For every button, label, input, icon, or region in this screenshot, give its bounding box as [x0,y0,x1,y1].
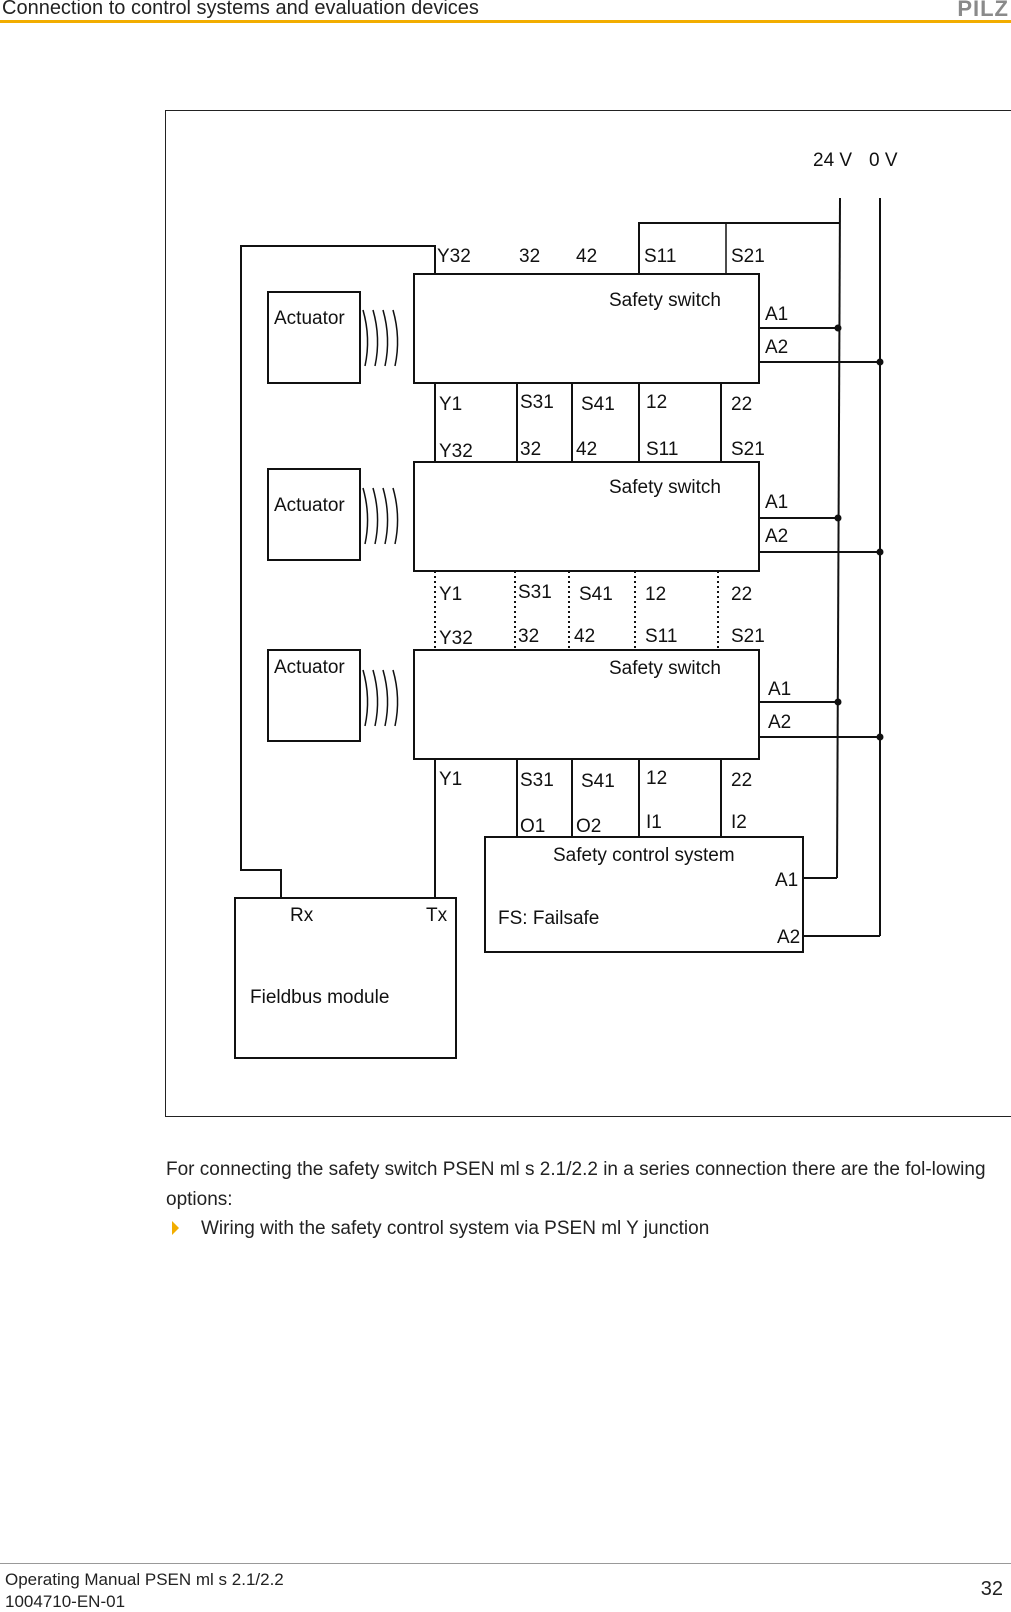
fieldbus-tx-label: Tx [426,905,448,926]
wireless-signal-icon [363,488,398,544]
wiring-diagram-svg: 24 V 0 V Y32 32 42 S11 S21 Actuator Safe… [165,110,1011,1146]
safety-switch-2: Actuator Safety switch A1 A2 [268,462,884,571]
terminal-label: 42 [576,246,597,267]
terminal-label: S41 [579,584,613,605]
terminal-label: S31 [520,392,554,413]
terminal-label: S21 [731,626,765,647]
terminal-label: S11 [646,439,678,460]
terminal-label: I1 [646,812,662,833]
terminal-label: S41 [581,771,615,792]
wiring-diagram: 24 V 0 V Y32 32 42 S11 S21 Actuator Safe… [165,110,1011,1146]
bullet-item: Wiring with the safety control system vi… [172,1218,709,1240]
actuator-box [268,292,360,383]
terminal-label: S11 [645,626,677,647]
terminal-label: 22 [731,770,752,791]
terminal-label: S11 [644,246,676,267]
terminal-label: S31 [518,582,552,603]
terminal-label: 12 [646,392,667,413]
safety-switch-label: Safety switch [609,477,721,498]
safety-switch-label: Safety switch [609,290,721,311]
wireless-signal-icon [363,310,398,366]
rail-24v [837,198,840,878]
page-number: 32 [981,1578,1003,1601]
terminal-label: Y1 [439,394,462,415]
section-title: Connection to control systems and evalua… [2,0,479,20]
terminal-a2-label: A2 [765,337,788,358]
terminal-label: 42 [574,626,595,647]
junction-dot [877,359,884,366]
terminal-label: I2 [731,812,747,833]
bullet-arrow-icon [172,1221,179,1235]
wire-y32-rx [241,246,435,898]
junction-dot [877,549,884,556]
junction-dot [835,699,842,706]
failsafe-note: FS: Failsafe [498,908,599,929]
terminal-a1-label: A1 [765,492,788,513]
supply-0v-label: 0 V [869,150,898,171]
actuator-label: Actuator [274,657,345,678]
terminal-label: Y32 [439,441,473,462]
supply-24v-label: 24 V [813,150,852,171]
page-header: Connection to control systems and evalua… [0,0,1011,22]
bullet-text: Wiring with the safety control system vi… [201,1218,709,1239]
terminal-a1-label: A1 [768,679,791,700]
terminal-label: 12 [646,768,667,789]
terminal-label: Y1 [439,584,462,605]
safety-control-system-label: Safety control system [553,845,735,866]
terminal-label: S21 [731,439,765,460]
terminal-label: S21 [731,246,765,267]
pilz-logo: PILZ [957,0,1009,22]
safety-switch-3: Actuator Safety switch A1 A2 [268,650,884,759]
terminal-a2-label: A2 [765,526,788,547]
footer-manual-title: Operating Manual PSEN ml s 2.1/2.2 [5,1570,284,1590]
junction-dot [835,325,842,332]
terminal-label: O2 [576,816,601,837]
safety-switch-label: Safety switch [609,658,721,679]
junction-dot [877,734,884,741]
terminal-label: 32 [519,246,540,267]
terminal-label: 32 [520,439,541,460]
actuator-label: Actuator [274,495,345,516]
footer-doc-number: 1004710-EN-01 [5,1592,125,1612]
terminal-label: 22 [731,584,752,605]
fieldbus-module-box [235,898,456,1058]
safety-switch-1: Y32 32 42 S11 S21 Actuator Safety switch… [268,246,884,383]
terminal-label: Y1 [439,769,462,790]
terminal-label: Y32 [437,246,471,267]
fieldbus-rx-label: Rx [290,905,314,926]
actuator-label: Actuator [274,308,345,329]
control-a1-label: A1 [775,870,798,891]
terminal-a1-label: A1 [765,304,788,325]
safety-control-system: Safety control system A1 A2 FS: Failsafe [485,837,880,952]
terminal-label: 12 [645,584,666,605]
terminal-label: O1 [520,816,545,837]
fieldbus-module: Rx Tx Fieldbus module [235,898,456,1058]
control-a2-label: A2 [777,927,800,948]
terminal-label: 22 [731,394,752,415]
body-paragraph: For connecting the safety switch PSEN ml… [166,1155,1011,1215]
terminal-label: Y32 [439,628,473,649]
terminal-label: 32 [518,626,539,647]
terminal-label: 42 [576,439,597,460]
junction-dot [835,515,842,522]
header-rule [0,20,1011,23]
wireless-signal-icon [363,670,398,726]
fieldbus-module-label: Fieldbus module [250,987,389,1008]
footer-rule [0,1563,1011,1564]
terminal-label: S31 [520,770,554,791]
terminal-label: S41 [581,394,615,415]
terminal-a2-label: A2 [768,712,791,733]
